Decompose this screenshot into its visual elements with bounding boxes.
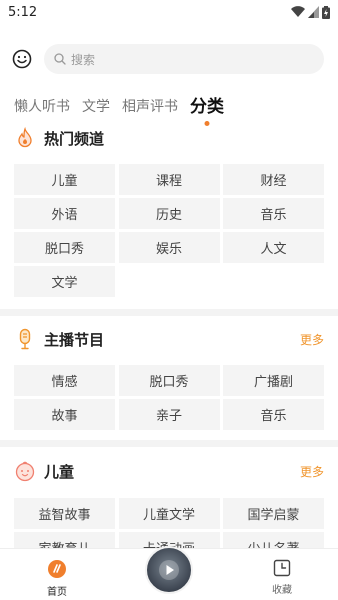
hot-channel-grid: 儿童 课程 财经 外语 历史 音乐 脱口秀 娱乐 人文 文学: [14, 164, 324, 297]
program-tile[interactable]: 音乐: [223, 399, 324, 430]
battery-icon: [322, 5, 330, 19]
channel-tile[interactable]: 人文: [223, 232, 324, 263]
nav-favorites-label: 收藏: [272, 585, 292, 596]
child-face-icon: [15, 461, 35, 482]
top-bar: 搜索: [0, 44, 338, 74]
home-icon: [48, 560, 66, 578]
channel-tile[interactable]: 儿童: [14, 164, 115, 195]
nav-home[interactable]: 首页: [27, 559, 87, 598]
section-hot-title: 热门频道: [44, 129, 105, 148]
kids-tile[interactable]: 国学启蒙: [223, 498, 324, 529]
kids-tile[interactable]: 儿童文学: [118, 498, 220, 529]
program-tile[interactable]: 情感: [14, 365, 115, 396]
kids-more-link[interactable]: 更多: [300, 463, 324, 480]
search-placeholder: 搜索: [71, 52, 96, 67]
tab-categories-label: 分类: [190, 97, 224, 117]
status-time: 5:12: [8, 4, 38, 20]
tab-literature[interactable]: 文学: [82, 94, 110, 120]
section-divider: [0, 440, 338, 447]
channel-tile[interactable]: 音乐: [223, 198, 324, 229]
channel-tile[interactable]: 历史: [118, 198, 220, 229]
nav-favorites[interactable]: 收藏: [252, 559, 312, 596]
microphone-icon: [19, 328, 31, 350]
favorites-clock-icon: [273, 559, 291, 577]
section-divider: [0, 309, 338, 316]
search-icon: [54, 53, 66, 65]
program-tile[interactable]: 亲子: [118, 399, 220, 430]
host-program-grid: 情感 脱口秀 广播剧 故事 亲子 音乐: [14, 365, 324, 430]
channel-tile[interactable]: 课程: [118, 164, 220, 195]
play-button[interactable]: [145, 546, 193, 594]
tab-lanren[interactable]: 懒人听书: [14, 94, 70, 120]
search-input[interactable]: 搜索: [44, 44, 324, 74]
section-host-header: 主播节目 更多: [14, 326, 324, 352]
nav-home-label: 首页: [47, 587, 67, 598]
tab-categories[interactable]: 分类: [190, 94, 224, 126]
section-kids-header: 儿童 更多: [14, 458, 324, 484]
kids-tile[interactable]: 益智故事: [14, 498, 115, 529]
tab-crosstalk[interactable]: 相声评书: [122, 94, 178, 120]
status-icons: [291, 5, 330, 19]
wifi-icon: [291, 6, 305, 18]
channel-tile[interactable]: 娱乐: [118, 232, 220, 263]
play-icon: [159, 560, 179, 580]
program-tile[interactable]: 故事: [14, 399, 115, 430]
channel-tile[interactable]: 财经: [223, 164, 324, 195]
channel-tile[interactable]: 脱口秀: [14, 232, 115, 263]
status-bar: 5:12: [0, 0, 338, 24]
program-tile[interactable]: 广播剧: [223, 365, 324, 396]
channel-tile[interactable]: 文学: [14, 266, 115, 297]
signal-icon: [308, 6, 319, 18]
category-tabs: 懒人听书 文学 相声评书 分类: [14, 88, 224, 126]
program-tile[interactable]: 脱口秀: [118, 365, 220, 396]
channel-tile[interactable]: 外语: [14, 198, 115, 229]
host-more-link[interactable]: 更多: [300, 331, 324, 348]
section-hot-header: 热门频道: [14, 125, 324, 151]
section-host-title: 主播节目: [44, 330, 105, 349]
smile-profile-icon[interactable]: [12, 49, 32, 69]
section-kids-title: 儿童: [44, 462, 75, 481]
fire-icon: [18, 127, 32, 148]
